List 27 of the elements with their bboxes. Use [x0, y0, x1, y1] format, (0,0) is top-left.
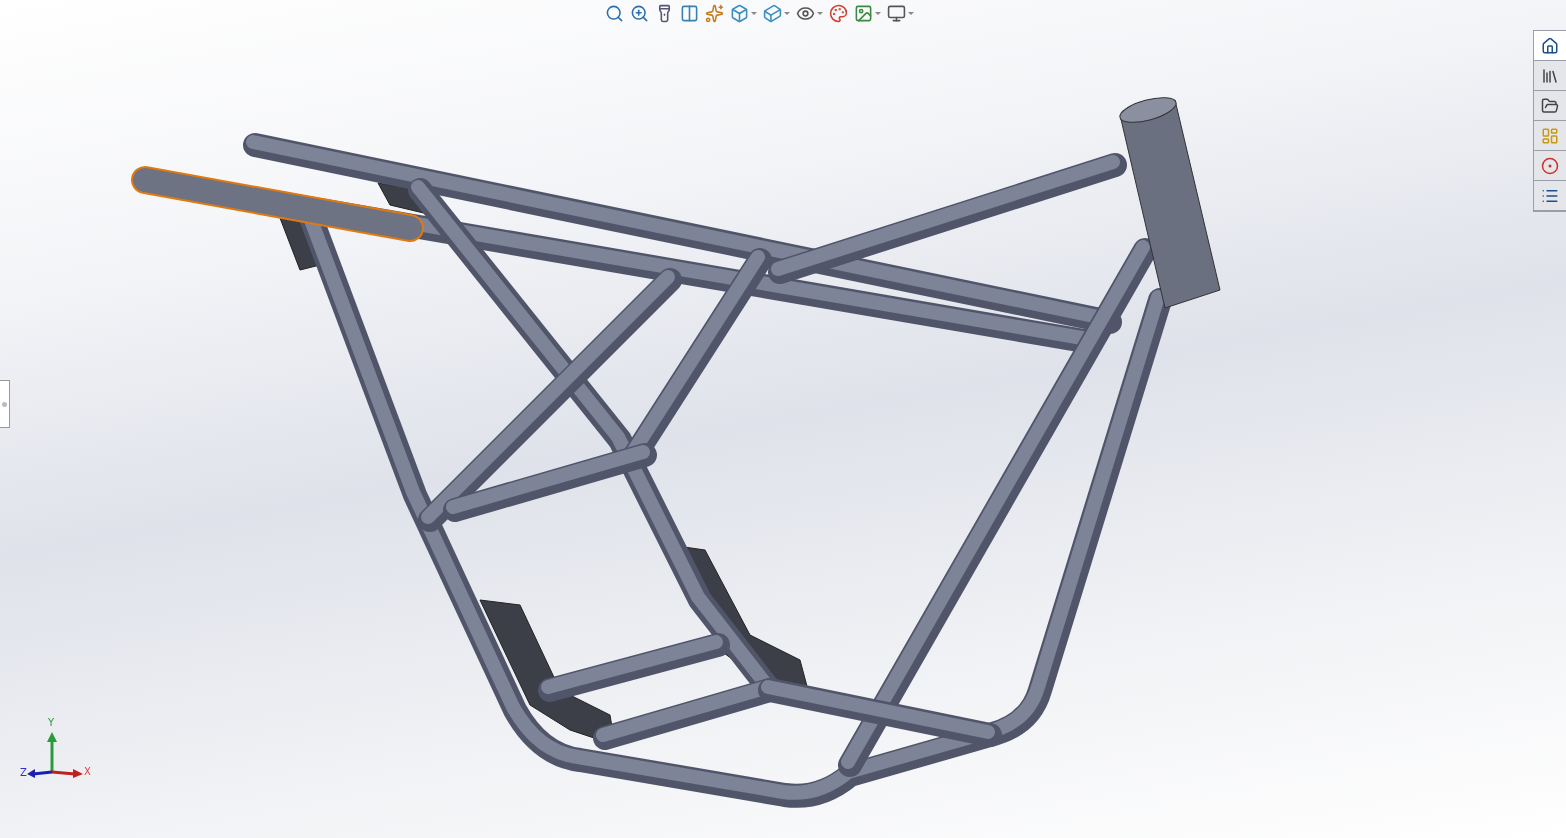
library-icon	[1541, 66, 1559, 85]
caret-icon	[751, 12, 757, 15]
apply-scene-button[interactable]	[853, 3, 882, 24]
y-axis-label: Y	[48, 717, 55, 728]
view-settings-button[interactable]	[886, 3, 915, 24]
caret-icon	[908, 12, 914, 15]
view-orientation-button[interactable]	[729, 3, 758, 24]
axis-triad-drawing	[25, 730, 85, 780]
panel-handle[interactable]	[0, 380, 10, 428]
z-axis-label: Z	[20, 767, 27, 778]
zoom-area-icon	[630, 4, 649, 23]
zoom-fit-button[interactable]	[604, 3, 625, 24]
x-axis-label: X	[84, 766, 91, 777]
file-explorer-tab[interactable]	[1534, 91, 1566, 121]
display-style-button[interactable]	[762, 3, 791, 24]
hide-show-icon	[796, 4, 815, 23]
caret-icon	[784, 12, 790, 15]
zoom-fit-icon	[605, 4, 624, 23]
caret-icon	[875, 12, 881, 15]
caret-icon	[817, 12, 823, 15]
appearances-tab[interactable]	[1534, 151, 1566, 181]
home-tab[interactable]	[1534, 31, 1566, 61]
home-icon	[1541, 36, 1559, 55]
zoom-area-button[interactable]	[629, 3, 650, 24]
grip-icon	[2, 401, 7, 407]
properties-tab[interactable]	[1534, 181, 1566, 211]
library-tab[interactable]	[1534, 61, 1566, 91]
